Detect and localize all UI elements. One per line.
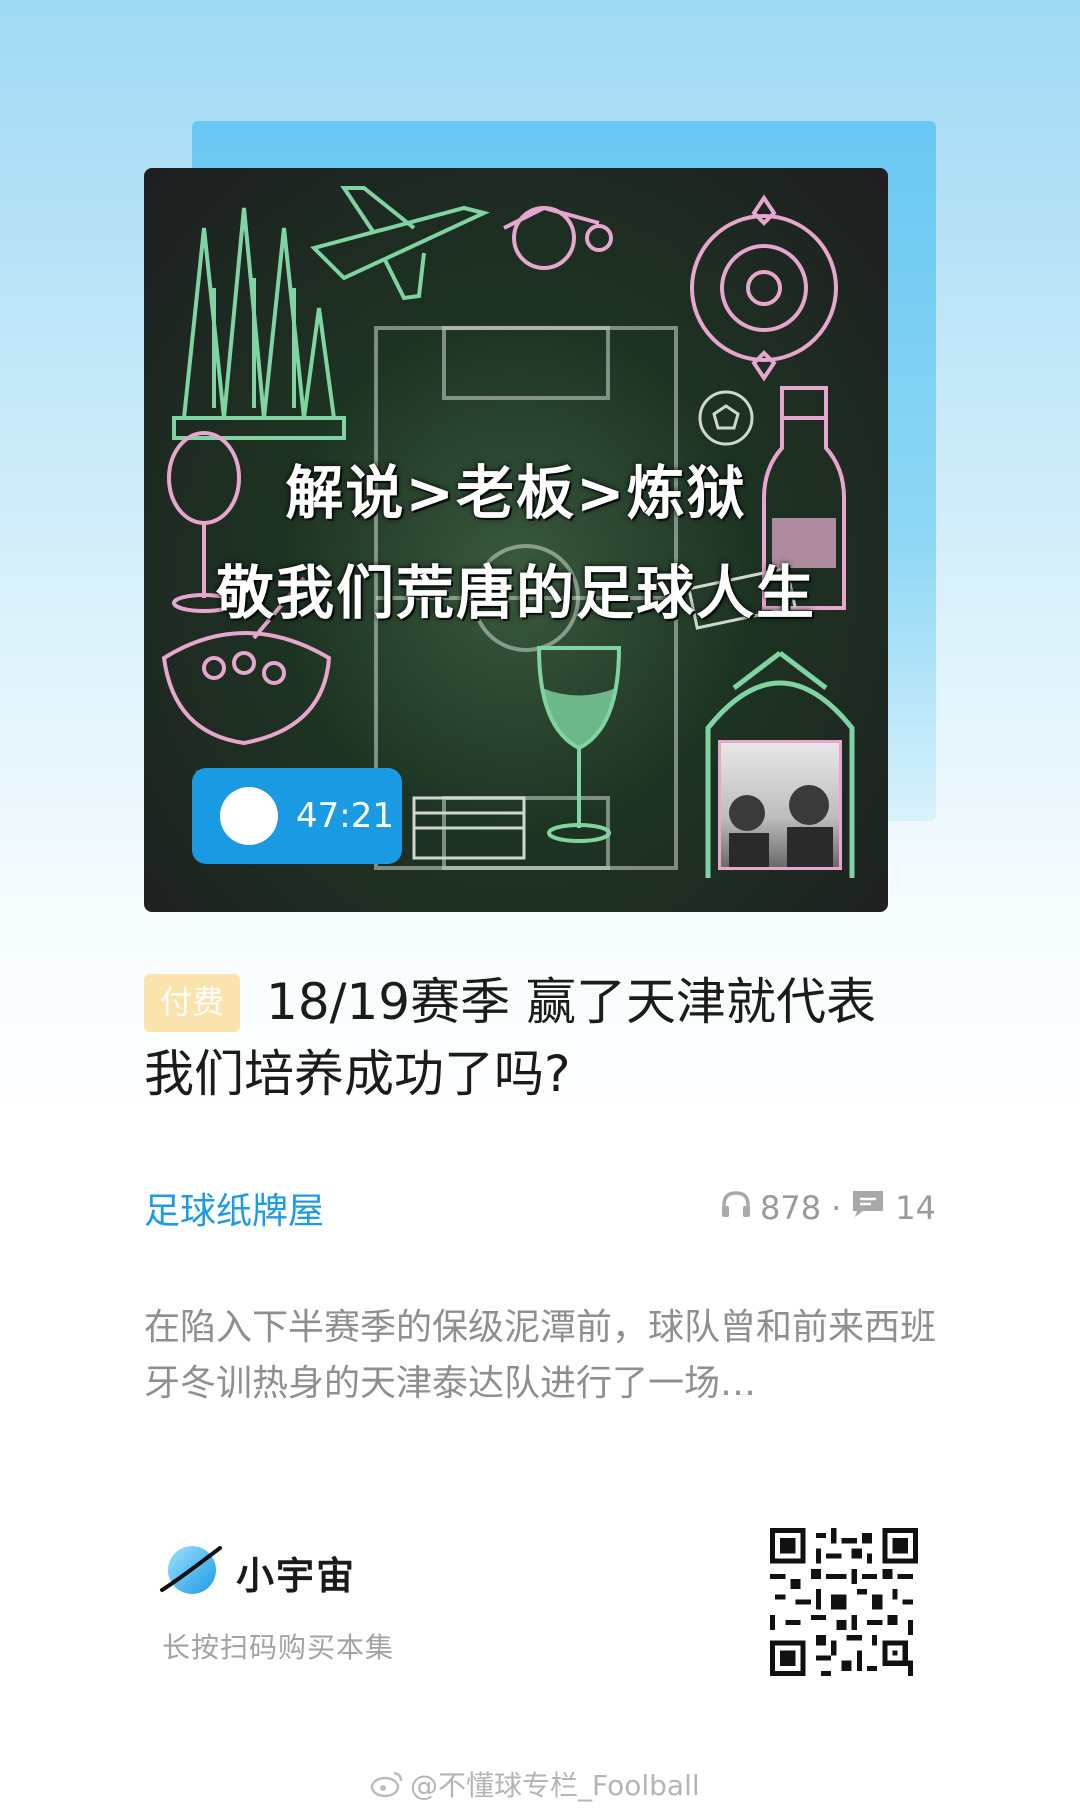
- podcast-channel-link[interactable]: 足球纸牌屋: [144, 1182, 324, 1234]
- brand-name: 小宇宙: [236, 1553, 357, 1598]
- purchase-qr-code[interactable]: [770, 1528, 918, 1676]
- weibo-watermark: @不懂球专栏_Foolball: [370, 1764, 700, 1804]
- comment-count: 14: [895, 1189, 936, 1227]
- weibo-icon: [370, 1771, 403, 1798]
- cover-title-line1: 解说>老板>炼狱: [285, 459, 747, 527]
- hosts-photo: [718, 740, 842, 870]
- planet-logo-icon: [158, 1540, 224, 1604]
- play-icon: [196, 770, 278, 845]
- play-button[interactable]: 47:21: [192, 768, 402, 864]
- cover-title-line2: 敬我们荒唐的足球人生: [215, 559, 816, 627]
- comment-icon: [851, 1189, 885, 1227]
- episode-meta-row: 足球纸牌屋 878 · 14: [144, 1180, 936, 1236]
- headphones-icon: [720, 1189, 752, 1227]
- episode-summary: 在陷入下半赛季的保级泥潭前，球队曾和前来西班牙冬训热身的天津泰达队进行了一场…: [144, 1307, 937, 1404]
- watermark-text: @不懂球专栏_Foolball: [410, 1769, 700, 1802]
- episode-cover-art[interactable]: 解说>老板>炼狱 敬我们荒唐的足球人生 47:21: [144, 168, 888, 912]
- paid-badge: 付费: [144, 974, 241, 1032]
- scan-hint: 长按扫码购买本集: [162, 1631, 395, 1664]
- episode-duration: 47:21: [296, 796, 394, 836]
- app-brand: 小宇宙: [158, 1540, 356, 1604]
- episode-title: 18/19赛季 赢了天津就代表我们培养成功了吗?: [144, 973, 877, 1103]
- stats-separator: ·: [831, 1189, 842, 1227]
- episode-stats: 878 · 14: [720, 1189, 936, 1227]
- episode-title-block: 付费 18/19赛季 赢了天津就代表我们培养成功了吗?: [144, 966, 904, 1110]
- listen-count: 878: [760, 1189, 822, 1227]
